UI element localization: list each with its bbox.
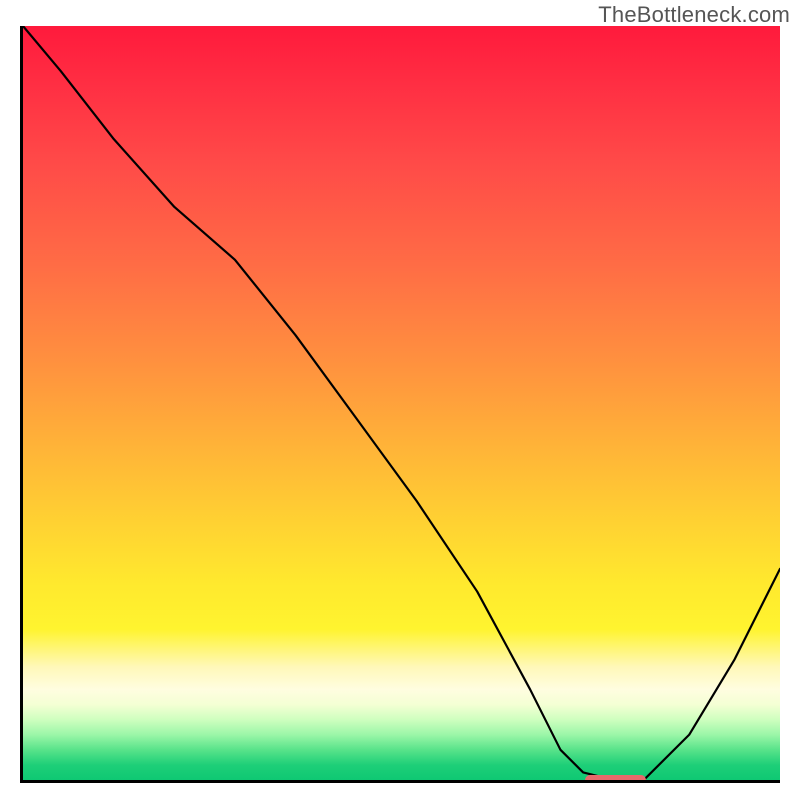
watermark-text: TheBottleneck.com (598, 2, 790, 28)
bottleneck-curve (23, 26, 780, 780)
plot-area (20, 26, 780, 783)
optimal-marker (585, 775, 646, 783)
curve-layer (23, 26, 780, 780)
chart-canvas: TheBottleneck.com (0, 0, 800, 800)
